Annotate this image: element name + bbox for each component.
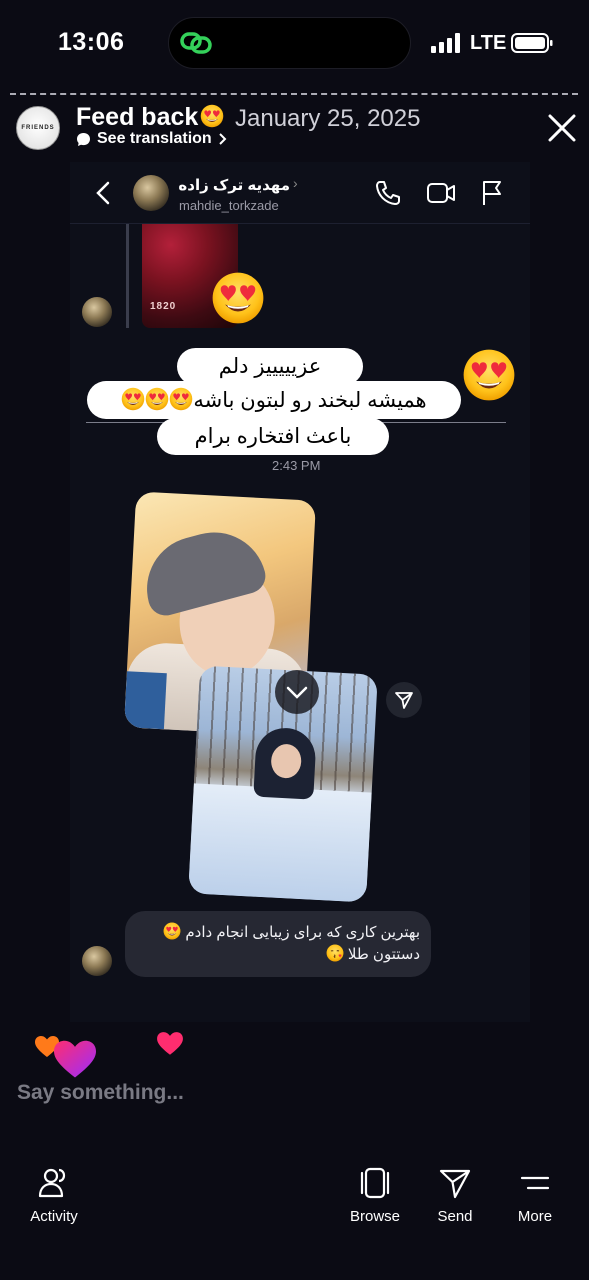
thumb-label: 1820 xyxy=(150,301,177,312)
sticker-line-2-text: همیشه لبخند رو لبتون باشه xyxy=(193,389,427,412)
message-timestamp: 2:43 PM xyxy=(272,458,321,473)
dm-contact-name[interactable]: مهدیه ترک زاده xyxy=(178,176,290,194)
chevron-right-icon xyxy=(218,133,227,145)
more-label: More xyxy=(517,1208,553,1225)
video-camera-icon[interactable] xyxy=(426,180,456,206)
message-line-1: بهترین کاری که برای زیبایی انجام دادم xyxy=(138,922,420,944)
browse-button[interactable]: Browse xyxy=(335,1166,415,1225)
see-translation-link[interactable]: See translation xyxy=(76,130,228,148)
story-title-text: Feed back xyxy=(76,103,199,131)
story-avatar[interactable]: FRIENDS xyxy=(16,106,60,150)
story-date: January 25, 2025 xyxy=(235,105,421,132)
send-button[interactable]: Send xyxy=(415,1166,495,1225)
heart-eyes-emoji-icon xyxy=(163,922,181,940)
cards-icon xyxy=(360,1167,390,1199)
paper-plane-icon xyxy=(395,692,413,709)
text-sticker-line-1: عزیییییز دلم xyxy=(177,348,363,385)
kiss-emoji-icon xyxy=(326,944,344,962)
dm-contact-handle: mahdie_torkzade xyxy=(179,198,279,213)
story-progress-bar xyxy=(10,93,578,96)
sender-avatar xyxy=(82,297,112,327)
link-icon xyxy=(180,32,212,54)
message-line-1-text: بهترین کاری که برای زیبایی انجام دادم xyxy=(185,924,420,941)
heart-eyes-sticker-icon xyxy=(462,348,516,402)
battery-icon xyxy=(511,33,553,53)
paper-plane-icon xyxy=(439,1169,471,1199)
heart-eyes-reaction-icon xyxy=(211,271,265,325)
heart-eyes-emoji-icon xyxy=(121,387,145,411)
message-line-2-text: دستتون طلا xyxy=(347,946,420,963)
heart-icon xyxy=(54,1040,96,1078)
chevron-down-icon xyxy=(286,686,308,699)
back-icon[interactable] xyxy=(92,179,116,207)
phone-icon[interactable] xyxy=(374,179,402,207)
heart-eyes-emoji-icon xyxy=(169,387,193,411)
text-sticker-line-2: همیشه لبخند رو لبتون باشه xyxy=(87,381,461,419)
chevron-right-icon: › xyxy=(293,175,298,191)
network-type: LTE xyxy=(470,32,507,54)
speech-bubble-icon xyxy=(77,132,90,146)
heart-eyes-emoji-icon xyxy=(200,104,224,128)
heart-icon xyxy=(157,1032,183,1055)
more-button[interactable]: More xyxy=(495,1166,575,1225)
activity-button[interactable]: Activity xyxy=(14,1166,94,1225)
browse-label: Browse xyxy=(349,1208,401,1225)
share-button[interactable] xyxy=(386,682,422,718)
heart-eyes-emoji-icon xyxy=(145,387,169,411)
text-sticker-line-3: باعث افتخاره برام xyxy=(157,418,389,455)
comment-input[interactable]: Say something... xyxy=(17,1081,184,1105)
reply-quote-bar xyxy=(126,224,129,328)
see-translation-label: See translation xyxy=(97,130,212,147)
story-title: Feed back xyxy=(76,103,224,132)
dm-avatar[interactable] xyxy=(133,175,169,211)
status-time: 13:06 xyxy=(58,28,125,56)
people-icon xyxy=(38,1168,66,1198)
close-icon[interactable] xyxy=(544,110,580,146)
send-label: Send xyxy=(437,1208,473,1225)
message-line-2: دستتون طلا xyxy=(138,944,420,966)
expand-button[interactable] xyxy=(275,670,319,714)
activity-label: Activity xyxy=(30,1208,78,1225)
message-text: بهترین کاری که برای زیبایی انجام دادم دس… xyxy=(138,922,420,966)
signal-icon xyxy=(431,33,460,53)
avatar-text: FRIENDS xyxy=(21,125,55,131)
sender-avatar xyxy=(82,946,112,976)
flag-icon[interactable] xyxy=(480,179,504,207)
menu-icon xyxy=(520,1176,550,1190)
